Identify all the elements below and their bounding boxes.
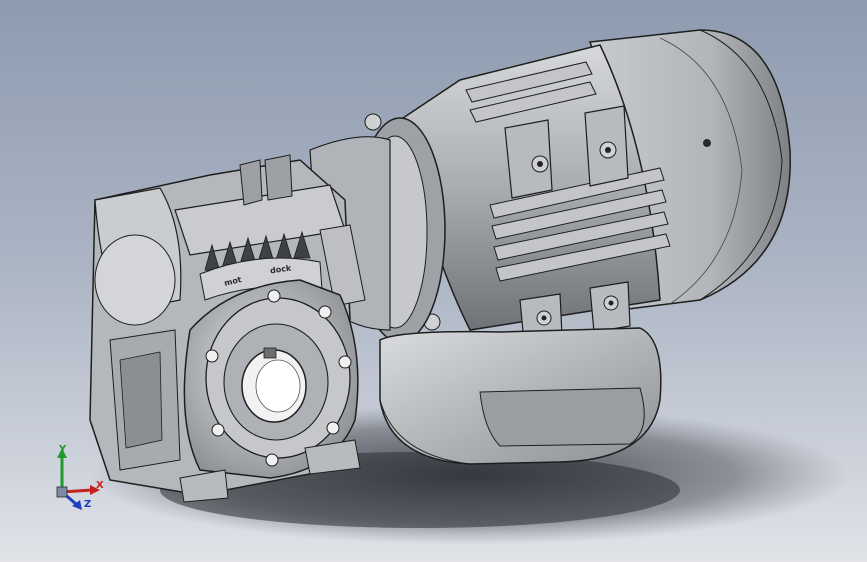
bolt-hole-icon [338, 355, 352, 369]
bolt-hole-icon [326, 421, 340, 435]
bolt-hole-icon [265, 453, 279, 467]
triad-origin-icon [56, 486, 68, 498]
keyway [263, 347, 277, 359]
axis-y-label: Y [59, 444, 67, 455]
cad-viewport[interactable]: mot dock Y X Z [0, 0, 867, 562]
bolt-hole-icon [318, 305, 332, 319]
axis-z-label: Z [84, 499, 92, 510]
gearmotor-model[interactable] [0, 0, 867, 562]
terminal-box[interactable] [379, 327, 662, 465]
bolt-hole-icon [211, 423, 225, 437]
bolt-hole-icon [205, 349, 219, 363]
axis-x-label: X [96, 480, 104, 491]
bolt-hole-icon [267, 289, 281, 303]
